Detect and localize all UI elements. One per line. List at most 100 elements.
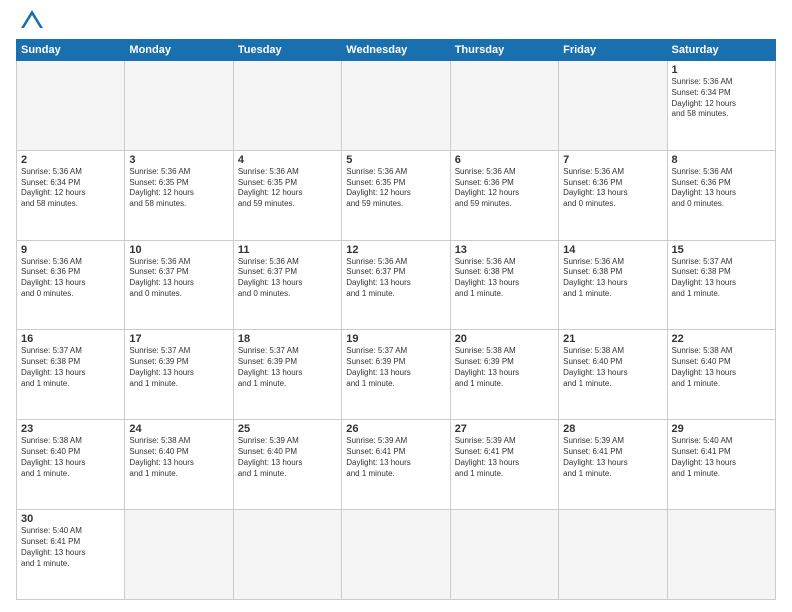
- day-number: 3: [129, 154, 228, 166]
- week-row-6: 30Sunrise: 5:40 AM Sunset: 6:41 PM Dayli…: [17, 510, 776, 600]
- calendar-cell: 9Sunrise: 5:36 AM Sunset: 6:36 PM Daylig…: [17, 240, 125, 330]
- calendar-cell: [559, 61, 667, 151]
- day-info: Sunrise: 5:38 AM Sunset: 6:40 PM Dayligh…: [129, 436, 228, 479]
- calendar-cell: 8Sunrise: 5:36 AM Sunset: 6:36 PM Daylig…: [667, 150, 775, 240]
- day-info: Sunrise: 5:36 AM Sunset: 6:36 PM Dayligh…: [21, 257, 120, 300]
- calendar-cell: 12Sunrise: 5:36 AM Sunset: 6:37 PM Dayli…: [342, 240, 450, 330]
- calendar-cell: [342, 61, 450, 151]
- day-info: Sunrise: 5:36 AM Sunset: 6:36 PM Dayligh…: [563, 167, 662, 210]
- calendar-cell: [125, 61, 233, 151]
- day-number: 10: [129, 244, 228, 256]
- header: [16, 12, 776, 33]
- calendar-cell: [559, 510, 667, 600]
- week-row-2: 2Sunrise: 5:36 AM Sunset: 6:34 PM Daylig…: [17, 150, 776, 240]
- week-row-3: 9Sunrise: 5:36 AM Sunset: 6:36 PM Daylig…: [17, 240, 776, 330]
- weekday-header-tuesday: Tuesday: [233, 40, 341, 61]
- day-info: Sunrise: 5:37 AM Sunset: 6:39 PM Dayligh…: [238, 346, 337, 389]
- day-number: 7: [563, 154, 662, 166]
- day-number: 30: [21, 513, 120, 525]
- calendar-cell: 20Sunrise: 5:38 AM Sunset: 6:39 PM Dayli…: [450, 330, 558, 420]
- day-number: 6: [455, 154, 554, 166]
- day-number: 21: [563, 333, 662, 345]
- day-number: 20: [455, 333, 554, 345]
- calendar-cell: [450, 510, 558, 600]
- calendar-cell: 10Sunrise: 5:36 AM Sunset: 6:37 PM Dayli…: [125, 240, 233, 330]
- calendar-cell: 25Sunrise: 5:39 AM Sunset: 6:40 PM Dayli…: [233, 420, 341, 510]
- week-row-1: 1Sunrise: 5:36 AM Sunset: 6:34 PM Daylig…: [17, 61, 776, 151]
- calendar-cell: 30Sunrise: 5:40 AM Sunset: 6:41 PM Dayli…: [17, 510, 125, 600]
- calendar-cell: [233, 510, 341, 600]
- day-number: 16: [21, 333, 120, 345]
- day-info: Sunrise: 5:39 AM Sunset: 6:41 PM Dayligh…: [346, 436, 445, 479]
- day-number: 8: [672, 154, 771, 166]
- calendar-cell: 24Sunrise: 5:38 AM Sunset: 6:40 PM Dayli…: [125, 420, 233, 510]
- weekday-header-row: SundayMondayTuesdayWednesdayThursdayFrid…: [17, 40, 776, 61]
- calendar-cell: 6Sunrise: 5:36 AM Sunset: 6:36 PM Daylig…: [450, 150, 558, 240]
- day-info: Sunrise: 5:36 AM Sunset: 6:38 PM Dayligh…: [455, 257, 554, 300]
- day-number: 26: [346, 423, 445, 435]
- calendar-cell: 4Sunrise: 5:36 AM Sunset: 6:35 PM Daylig…: [233, 150, 341, 240]
- day-info: Sunrise: 5:36 AM Sunset: 6:35 PM Dayligh…: [238, 167, 337, 210]
- weekday-header-friday: Friday: [559, 40, 667, 61]
- day-info: Sunrise: 5:36 AM Sunset: 6:35 PM Dayligh…: [346, 167, 445, 210]
- calendar-cell: 26Sunrise: 5:39 AM Sunset: 6:41 PM Dayli…: [342, 420, 450, 510]
- day-info: Sunrise: 5:36 AM Sunset: 6:37 PM Dayligh…: [346, 257, 445, 300]
- day-info: Sunrise: 5:36 AM Sunset: 6:37 PM Dayligh…: [129, 257, 228, 300]
- calendar-cell: 7Sunrise: 5:36 AM Sunset: 6:36 PM Daylig…: [559, 150, 667, 240]
- calendar-cell: [342, 510, 450, 600]
- weekday-header-thursday: Thursday: [450, 40, 558, 61]
- day-info: Sunrise: 5:36 AM Sunset: 6:36 PM Dayligh…: [455, 167, 554, 210]
- day-info: Sunrise: 5:39 AM Sunset: 6:41 PM Dayligh…: [563, 436, 662, 479]
- weekday-header-sunday: Sunday: [17, 40, 125, 61]
- calendar-cell: 18Sunrise: 5:37 AM Sunset: 6:39 PM Dayli…: [233, 330, 341, 420]
- day-number: 2: [21, 154, 120, 166]
- calendar-cell: 15Sunrise: 5:37 AM Sunset: 6:38 PM Dayli…: [667, 240, 775, 330]
- day-number: 17: [129, 333, 228, 345]
- calendar-cell: [125, 510, 233, 600]
- day-number: 29: [672, 423, 771, 435]
- calendar-cell: [17, 61, 125, 151]
- calendar-cell: 27Sunrise: 5:39 AM Sunset: 6:41 PM Dayli…: [450, 420, 558, 510]
- day-number: 25: [238, 423, 337, 435]
- day-info: Sunrise: 5:38 AM Sunset: 6:39 PM Dayligh…: [455, 346, 554, 389]
- day-number: 1: [672, 64, 771, 76]
- calendar-cell: 21Sunrise: 5:38 AM Sunset: 6:40 PM Dayli…: [559, 330, 667, 420]
- day-info: Sunrise: 5:39 AM Sunset: 6:40 PM Dayligh…: [238, 436, 337, 479]
- day-number: 9: [21, 244, 120, 256]
- weekday-header-saturday: Saturday: [667, 40, 775, 61]
- calendar-cell: [450, 61, 558, 151]
- day-info: Sunrise: 5:36 AM Sunset: 6:35 PM Dayligh…: [129, 167, 228, 210]
- day-number: 14: [563, 244, 662, 256]
- day-info: Sunrise: 5:38 AM Sunset: 6:40 PM Dayligh…: [21, 436, 120, 479]
- day-info: Sunrise: 5:36 AM Sunset: 6:34 PM Dayligh…: [21, 167, 120, 210]
- calendar-cell: [233, 61, 341, 151]
- week-row-4: 16Sunrise: 5:37 AM Sunset: 6:38 PM Dayli…: [17, 330, 776, 420]
- day-number: 5: [346, 154, 445, 166]
- calendar-cell: 14Sunrise: 5:36 AM Sunset: 6:38 PM Dayli…: [559, 240, 667, 330]
- logo-triangle-icon: [21, 10, 43, 33]
- calendar-cell: 2Sunrise: 5:36 AM Sunset: 6:34 PM Daylig…: [17, 150, 125, 240]
- day-info: Sunrise: 5:40 AM Sunset: 6:41 PM Dayligh…: [21, 526, 120, 569]
- day-info: Sunrise: 5:37 AM Sunset: 6:38 PM Dayligh…: [672, 257, 771, 300]
- day-number: 4: [238, 154, 337, 166]
- day-number: 24: [129, 423, 228, 435]
- day-number: 11: [238, 244, 337, 256]
- day-number: 27: [455, 423, 554, 435]
- calendar-cell: 23Sunrise: 5:38 AM Sunset: 6:40 PM Dayli…: [17, 420, 125, 510]
- day-info: Sunrise: 5:36 AM Sunset: 6:36 PM Dayligh…: [672, 167, 771, 210]
- week-row-5: 23Sunrise: 5:38 AM Sunset: 6:40 PM Dayli…: [17, 420, 776, 510]
- day-number: 22: [672, 333, 771, 345]
- day-info: Sunrise: 5:38 AM Sunset: 6:40 PM Dayligh…: [563, 346, 662, 389]
- day-info: Sunrise: 5:37 AM Sunset: 6:38 PM Dayligh…: [21, 346, 120, 389]
- logo: [16, 12, 43, 33]
- calendar-cell: 3Sunrise: 5:36 AM Sunset: 6:35 PM Daylig…: [125, 150, 233, 240]
- weekday-header-wednesday: Wednesday: [342, 40, 450, 61]
- day-info: Sunrise: 5:39 AM Sunset: 6:41 PM Dayligh…: [455, 436, 554, 479]
- day-number: 13: [455, 244, 554, 256]
- day-info: Sunrise: 5:36 AM Sunset: 6:34 PM Dayligh…: [672, 77, 771, 120]
- calendar-cell: 22Sunrise: 5:38 AM Sunset: 6:40 PM Dayli…: [667, 330, 775, 420]
- day-number: 28: [563, 423, 662, 435]
- day-info: Sunrise: 5:37 AM Sunset: 6:39 PM Dayligh…: [346, 346, 445, 389]
- calendar-cell: 5Sunrise: 5:36 AM Sunset: 6:35 PM Daylig…: [342, 150, 450, 240]
- weekday-header-monday: Monday: [125, 40, 233, 61]
